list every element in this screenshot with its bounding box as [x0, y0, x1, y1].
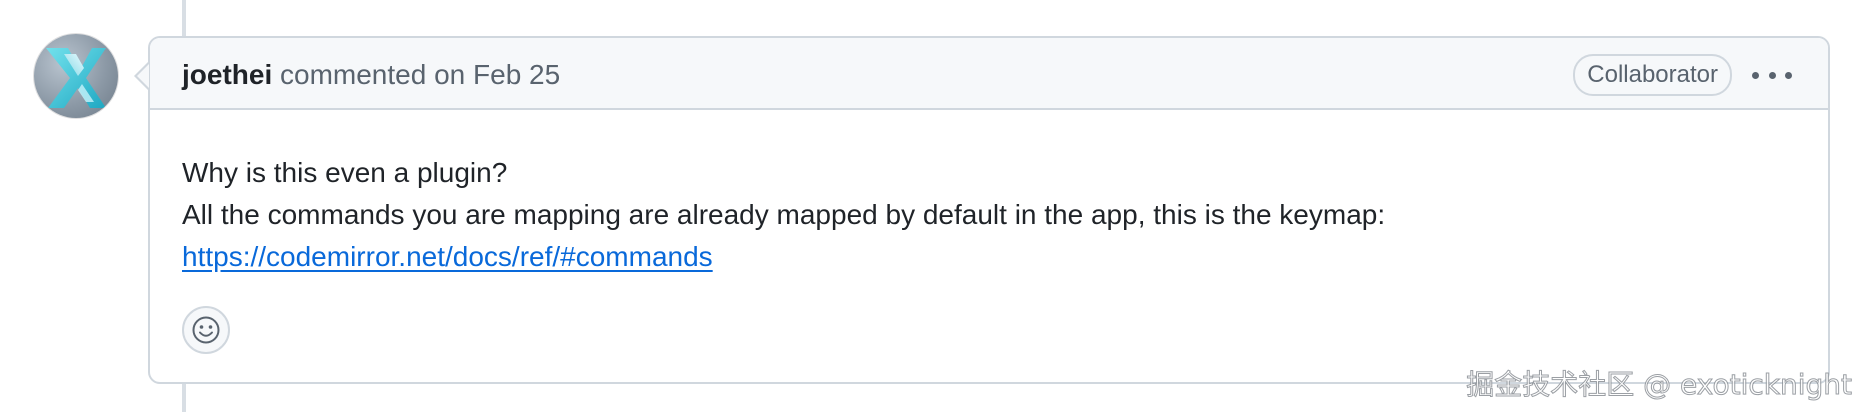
- kebab-dot: [1768, 71, 1776, 79]
- comment-line: All the commands you are mapping are alr…: [182, 199, 1386, 230]
- comment-date-link[interactable]: Feb 25: [473, 59, 560, 90]
- comment-header-text: joethei commented on Feb 25: [182, 58, 560, 92]
- add-reaction-button[interactable]: [182, 306, 230, 354]
- kebab-dot: [1752, 71, 1759, 79]
- comment-pointer-fill: [137, 64, 149, 88]
- comment-body: Why is this even a plugin? All the comma…: [182, 152, 1796, 278]
- collaborator-badge: Collaborator: [1573, 54, 1732, 96]
- comment-box: joethei commented on Feb 25 Collaborator…: [148, 36, 1830, 384]
- comment-action: commented on: [280, 59, 466, 90]
- smiley-icon: [192, 316, 220, 344]
- commands-doc-link[interactable]: https://codemirror.net/docs/ref/#command…: [182, 241, 713, 272]
- comment-author-link[interactable]: joethei: [182, 59, 272, 90]
- comment-link-line: https://codemirror.net/docs/ref/#command…: [182, 236, 1796, 278]
- kebab-horizontal-icon[interactable]: [1752, 60, 1792, 90]
- avatar[interactable]: [34, 34, 118, 118]
- avatar-image: [46, 48, 106, 108]
- watermark-text: 掘金技术社区 @ exoticknight: [1466, 368, 1853, 402]
- comment-header: joethei commented on Feb 25 Collaborator: [150, 38, 1828, 110]
- comment-line: Why is this even a plugin?: [182, 157, 508, 188]
- kebab-dot: [1785, 71, 1792, 79]
